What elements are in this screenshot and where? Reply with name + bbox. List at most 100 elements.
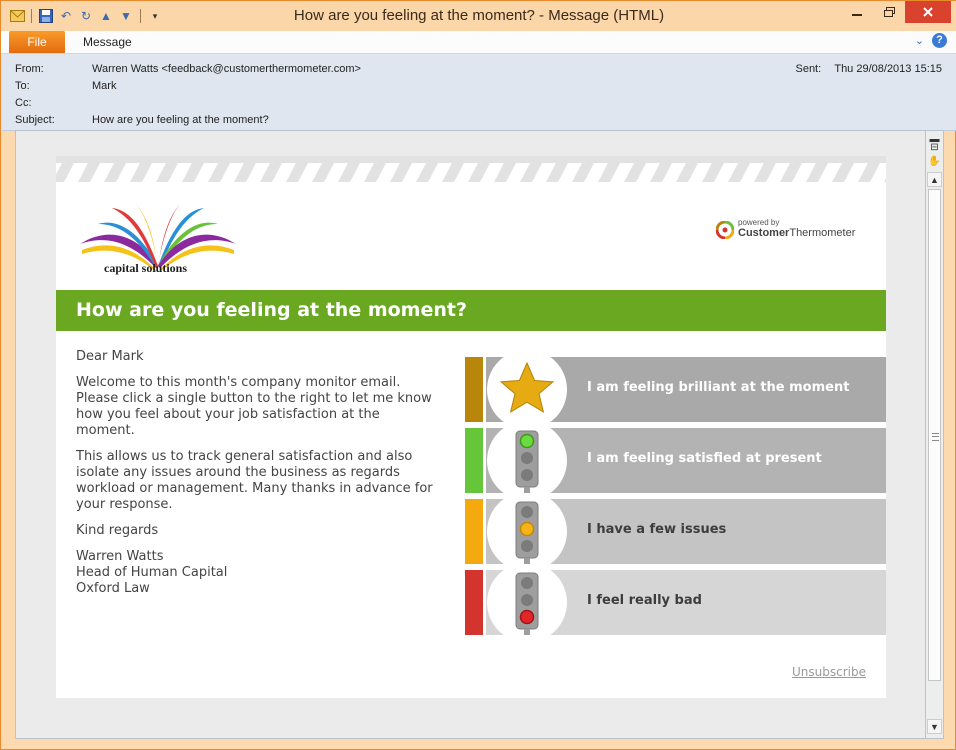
scroll-down-arrow[interactable]: ▼ <box>927 719 942 734</box>
stripe <box>338 163 360 182</box>
stripe <box>56 163 74 182</box>
stripe <box>494 163 516 182</box>
brand-name: CustomerThermometer <box>738 227 855 239</box>
brand-light: Thermometer <box>789 227 856 239</box>
stripe <box>156 163 178 182</box>
stripe <box>364 163 386 182</box>
window-controls <box>841 1 951 23</box>
stripe <box>728 163 750 182</box>
minimize-button[interactable] <box>841 1 873 23</box>
title-bar: ↶ ↻ ▲ ▼ ▾ How are you feeling at the mom… <box>1 1 956 31</box>
stripe <box>182 163 204 182</box>
rating-accent-bar <box>465 357 483 422</box>
stripe <box>806 163 828 182</box>
tab-file[interactable]: File <box>9 31 65 53</box>
from-value[interactable]: Warren Watts <feedback@customerthermomet… <box>92 63 361 75</box>
cc-label: Cc: <box>15 97 32 109</box>
amber-traffic-light-icon <box>487 495 567 568</box>
stripe <box>702 163 724 182</box>
stripe <box>546 163 568 182</box>
powered-by-badge[interactable]: powered by CustomerThermometer <box>716 218 858 242</box>
window-title: How are you feeling at the moment? - Mes… <box>293 7 665 24</box>
sent-value: Thu 29/08/2013 15:15 <box>834 63 942 75</box>
stripe <box>286 163 308 182</box>
stripe <box>208 163 230 182</box>
close-button[interactable] <box>905 1 951 23</box>
thermometer-logo-icon <box>716 221 734 239</box>
signature: Warren Watts Head of Human Capital Oxfor… <box>76 549 436 597</box>
sent-info: Sent: Thu 29/08/2013 15:15 <box>795 63 942 75</box>
outlook-window: ↶ ↻ ▲ ▼ ▾ How are you feeling at the mom… <box>0 0 956 750</box>
to-label: To: <box>15 80 30 92</box>
paragraph-1: Welcome to this month's company monitor … <box>76 375 432 438</box>
rating-label: I am feeling satisfied at present <box>587 451 822 466</box>
split-view-icon[interactable]: ⊟ <box>928 141 941 154</box>
scroll-up-arrow[interactable]: ▲ <box>927 172 942 187</box>
stripe <box>650 163 672 182</box>
tab-message[interactable]: Message <box>83 35 132 49</box>
stripe <box>520 163 542 182</box>
scrollbar-thumb[interactable] <box>928 189 941 681</box>
stripe <box>598 163 620 182</box>
subject-value: How are you feeling at the moment? <box>92 114 269 126</box>
message-header: From: Warren Watts <feedback@customerthe… <box>2 54 956 131</box>
ribbon-right-controls: ⌄ ? <box>915 33 947 48</box>
signature-company: Oxford Law <box>76 581 150 596</box>
rating-button-few-issues[interactable]: I have a few issues <box>465 495 886 568</box>
rating-accent-bar <box>465 499 483 564</box>
stripe <box>676 163 698 182</box>
signature-name: Warren Watts <box>76 549 164 564</box>
stripe <box>104 163 126 182</box>
powered-by-text: powered by <box>738 218 780 227</box>
rating-label: I have a few issues <box>587 522 727 537</box>
rating-accent-bar <box>465 428 483 493</box>
from-label: From: <box>15 63 44 75</box>
stripe <box>832 163 854 182</box>
stripe <box>78 163 100 182</box>
star-icon <box>487 353 567 426</box>
hand-tool-icon[interactable]: ✋ <box>928 155 941 168</box>
rating-button-satisfied[interactable]: I am feeling satisfied at present <box>465 424 886 497</box>
unsubscribe-link[interactable]: Unsubscribe <box>792 665 866 679</box>
scroll-grip-icon <box>932 433 939 441</box>
rating-label: I feel really bad <box>587 593 702 608</box>
paragraph-2: This allows us to track general satisfac… <box>76 449 433 512</box>
brand-bold: Customer <box>738 227 790 239</box>
help-icon[interactable]: ? <box>932 33 947 48</box>
decorative-stripes <box>56 156 886 182</box>
signature-title: Head of Human Capital <box>76 565 228 580</box>
rating-button-really-bad[interactable]: I feel really bad <box>465 566 886 639</box>
stripe <box>312 163 334 182</box>
green-traffic-light-icon <box>487 424 567 497</box>
rating-label: I am feeling brilliant at the moment <box>587 380 850 395</box>
red-traffic-light-icon <box>487 566 567 639</box>
stripe <box>754 163 776 182</box>
message-body-viewport[interactable]: capital solutions powered by CustomerThe… <box>15 130 927 739</box>
letter-body: Dear Mark Welcome to this month's compan… <box>76 349 436 597</box>
greeting: Dear Mark <box>76 349 144 364</box>
subject-label: Subject: <box>15 114 55 126</box>
stripe <box>130 163 152 182</box>
stripe <box>260 163 282 182</box>
restore-button[interactable] <box>873 1 905 23</box>
banner-title: How are you feeling at the moment? <box>76 299 467 321</box>
stripe <box>416 163 438 182</box>
stripe <box>858 163 880 182</box>
logo-text: capital solutions <box>104 261 188 275</box>
chevron-down-icon[interactable]: ⌄ <box>915 34 924 47</box>
stripe <box>234 163 256 182</box>
stripe <box>468 163 490 182</box>
sent-label: Sent: <box>795 63 822 75</box>
email-card: capital solutions powered by CustomerThe… <box>56 156 886 698</box>
banner: How are you feeling at the moment? <box>56 290 886 331</box>
ribbon-tabs: File Message ⌄ ? <box>1 31 956 54</box>
to-value[interactable]: Mark <box>92 80 116 92</box>
vertical-scrollbar[interactable]: ▬ ⊟ ✋ ▲ ▼ <box>925 130 944 739</box>
stripe <box>390 163 412 182</box>
closing: Kind regards <box>76 523 159 538</box>
rating-accent-bar <box>465 570 483 635</box>
stripe <box>780 163 802 182</box>
stripe <box>442 163 464 182</box>
rating-button-brilliant[interactable]: I am feeling brilliant at the moment <box>465 353 886 426</box>
stripe <box>572 163 594 182</box>
